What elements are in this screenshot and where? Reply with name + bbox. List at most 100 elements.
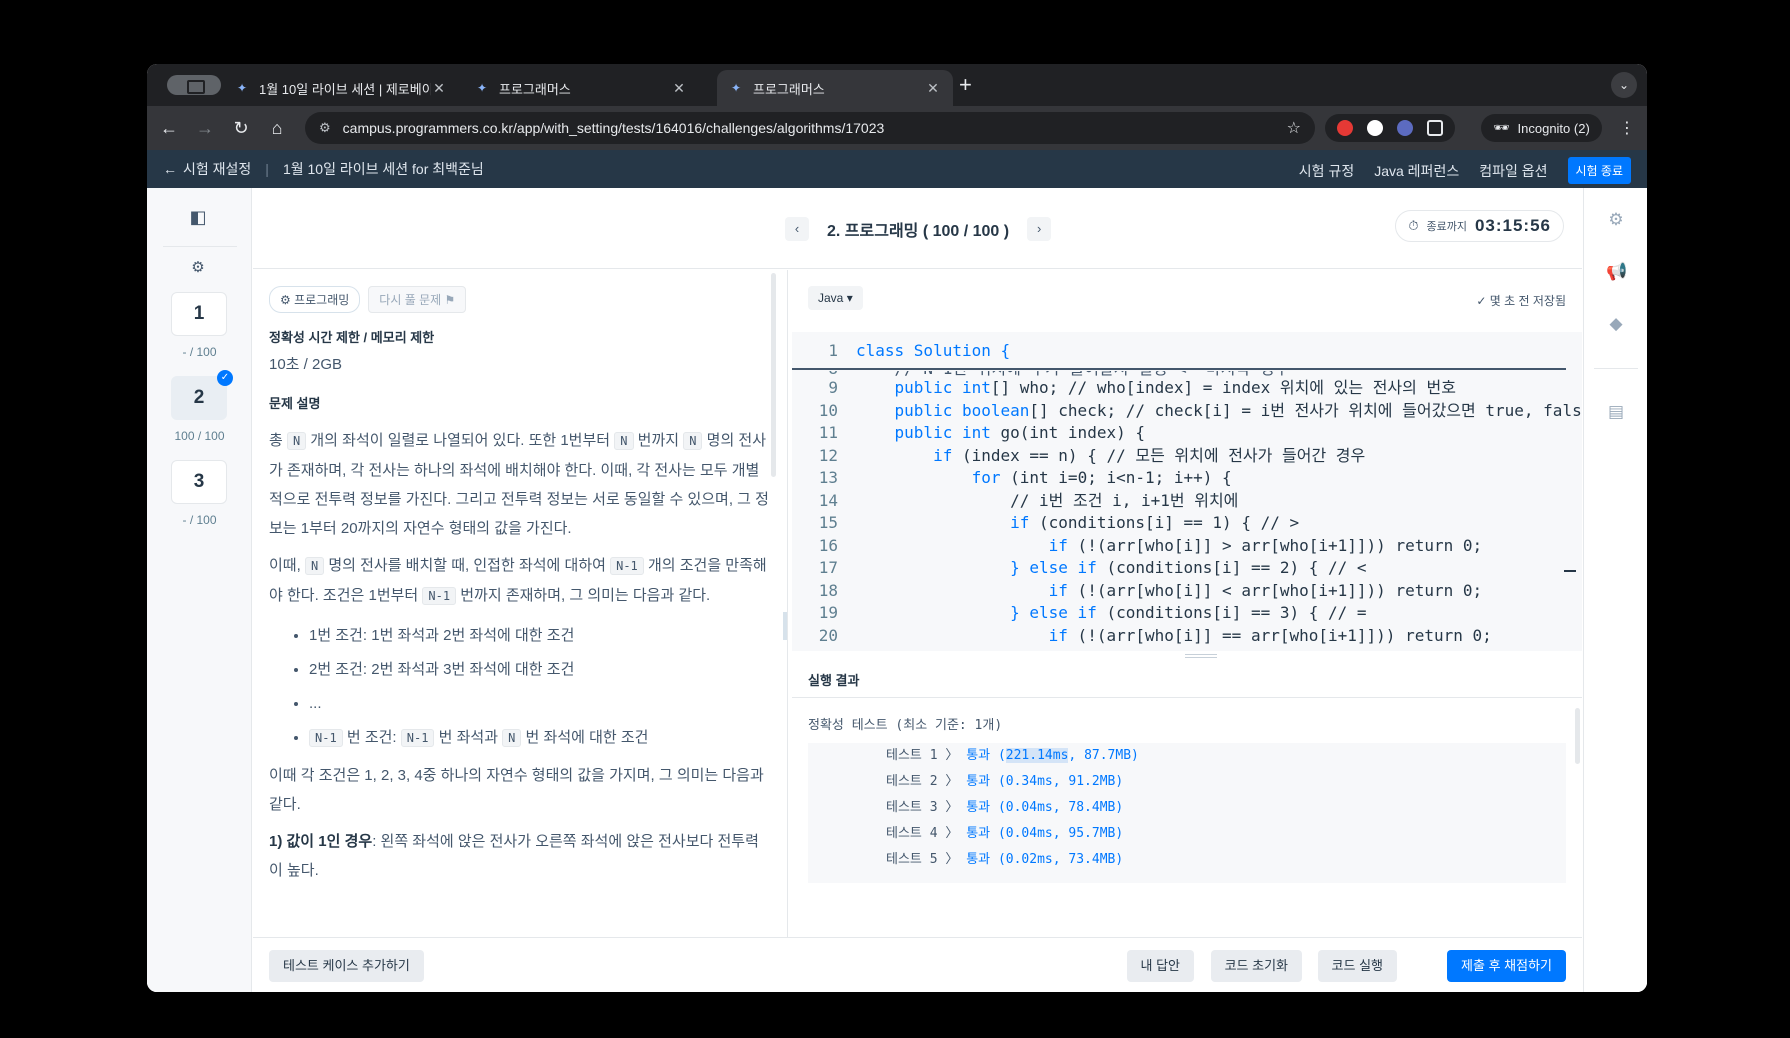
extension-blue-icon[interactable] (1397, 120, 1413, 136)
browser-menu-icon[interactable]: ⋮ (1619, 118, 1635, 138)
home-icon[interactable]: ⌂ (259, 118, 295, 139)
code-keyword: public boolean (894, 400, 1030, 420)
code-text: (!(arr[who[i]] < arr[who[i+1]])) return … (1067, 580, 1483, 600)
code-line: 18 if (!(arr[who[i]] < arr[who[i+1]])) r… (792, 580, 1482, 602)
bookmark-star-icon[interactable]: ☆ (1287, 118, 1301, 138)
result-scrollbar[interactable] (1575, 708, 1580, 764)
close-tab-icon[interactable]: ✕ (431, 80, 447, 97)
inline-code: N-1 (400, 729, 435, 747)
test-time: 0.02ms (1005, 852, 1053, 867)
punctuation: ) (1115, 774, 1124, 789)
inline-code: N (614, 432, 634, 450)
my-answer-button[interactable]: 내 답안 (1126, 950, 1194, 982)
code-line: 13 for (int i=0; i<n-1; i++) { (792, 467, 1232, 489)
test-time: 0.34ms (1005, 774, 1053, 789)
favicon-icon: ✦ (236, 81, 248, 95)
caret-down-icon: ▾ (843, 291, 853, 305)
language-select[interactable]: Java ▾ (808, 286, 863, 310)
flag-icon: ⚑ (441, 293, 456, 307)
rail-divider (163, 246, 237, 247)
punctuation: , (1052, 826, 1069, 841)
prev-question-chevron-icon[interactable]: ‹ (785, 217, 809, 241)
description-paragraph-3: 이때 각 조건은 1, 2, 3, 4중 하나의 자연수 형태의 값을 가지며,… (269, 767, 764, 813)
test-status: 통과 (966, 748, 991, 763)
browser-tab-1[interactable]: ✦ 1월 10일 라이브 세션 | 제로베이스 ✕ (223, 70, 459, 106)
tools-rail: ⚙ 📢 ◆ ▤ (1583, 188, 1647, 992)
back-arrow-icon[interactable]: ← (163, 161, 177, 177)
workspace: ◧ ⚙ 1 - / 100 2 ✓ 100 / 100 3 - / 100 ⚙ … (147, 188, 1647, 992)
test-result-row: 테스트 5 〉 통과 (0.02ms, 73.4MB) (808, 847, 1566, 873)
question-3-button[interactable]: 3 (171, 460, 227, 504)
text: 이때, (269, 557, 305, 574)
code-editor[interactable]: 1 class Solution { 8 // N-1번 위치에 누가 들어갈지… (792, 332, 1582, 651)
incognito-button[interactable]: 🕶 Incognito (2) (1481, 114, 1602, 142)
text: 번까지 (633, 432, 684, 449)
compile-options-link[interactable]: 컴파일 옵션 (1479, 161, 1547, 181)
site-info-icon[interactable]: ⚙ (319, 120, 331, 136)
test-memory: 87.7MB (1084, 748, 1132, 763)
chat-icon[interactable]: ▤ (1606, 402, 1626, 422)
line-number: 12 (818, 445, 838, 465)
end-exam-button[interactable]: 시험 종료 (1567, 157, 1631, 184)
line-number: 20 (818, 625, 838, 645)
address-bar[interactable]: ⚙ campus.programmers.co.kr/app/with_sett… (305, 112, 1315, 144)
code-text: class Solution { (856, 341, 1011, 360)
add-testcase-button[interactable]: 테스트 케이스 추가하기 (269, 950, 424, 982)
inline-code: N-1 (309, 729, 343, 747)
code-line: 12 if (index == n) { // 모든 위치에 전사가 들어간 경… (792, 445, 1366, 467)
extension-red-icon[interactable] (1337, 120, 1353, 136)
test-memory: 95.7MB (1068, 826, 1116, 841)
site-header: ← 시험 재설정 | 1월 10일 라이브 세션 for 최백준님 시험 규정 … (147, 150, 1647, 188)
run-code-button[interactable]: 코드 실행 (1317, 950, 1397, 982)
tab-group-icon[interactable] (167, 75, 221, 95)
announcement-megaphone-icon[interactable]: 📢 (1606, 262, 1627, 282)
reset-code-button[interactable]: 코드 초기화 (1210, 950, 1302, 982)
toggle-panel-icon[interactable]: ◧ (186, 205, 210, 229)
browser-tab-2[interactable]: ✦ 프로그래머스 ✕ (463, 70, 699, 106)
extensions-puzzle-icon[interactable] (1427, 120, 1443, 136)
header-divider: | (265, 161, 269, 177)
test-time: 0.04ms (1005, 800, 1053, 815)
next-question-chevron-icon[interactable]: › (1027, 217, 1052, 241)
back-icon[interactable]: ← (151, 118, 187, 139)
exam-rules-link[interactable]: 시험 규정 (1299, 161, 1354, 181)
line-number: 21 (792, 647, 838, 651)
code-line: 1 class Solution { (792, 340, 1010, 362)
code-keyword: for (971, 468, 1001, 487)
session-title: 1월 10일 라이브 세션 for 최백준님 (282, 161, 484, 177)
java-reference-link[interactable]: Java 레퍼런스 (1374, 161, 1459, 181)
editor-header: Java ▾ ✓ 몇 초 전 저장됨 (792, 270, 1582, 332)
reset-exam-link[interactable]: 시험 재설정 (183, 159, 251, 179)
text: 총 (269, 432, 287, 449)
code-line: 10 public boolean[] check; // check[i] =… (792, 400, 1582, 422)
retry-later-button[interactable]: 다시 풀 문제 ⚑ (368, 286, 467, 313)
close-tab-icon[interactable]: ✕ (925, 80, 941, 97)
incognito-label: Incognito (2) (1517, 120, 1590, 136)
list-item: 1번 조건: 1번 좌석과 2번 좌석에 대한 조건 (309, 619, 771, 653)
problem-scrollbar[interactable] (771, 273, 776, 477)
code-line: 19 } else if (conditions[i] == 3) { // = (792, 602, 1367, 624)
close-tab-icon[interactable]: ✕ (671, 80, 687, 97)
robot-icon[interactable]: ◆ (1606, 314, 1626, 334)
submit-button[interactable]: 제출 후 채점하기 (1447, 950, 1566, 982)
browser-tab-3[interactable]: ✦ 프로그래머스 ✕ (717, 70, 953, 106)
new-tab-icon[interactable]: + (959, 72, 972, 98)
code-keyword: if (1048, 625, 1068, 645)
question-1-button[interactable]: 1 (171, 292, 227, 336)
line-number: 18 (818, 580, 838, 600)
test-time: 0.04ms (1005, 826, 1053, 841)
text: 명의 전사를 배치할 때, 인접한 좌석에 대하여 (324, 557, 611, 574)
panel-split-handle[interactable] (783, 612, 787, 640)
reload-icon[interactable]: ↻ (223, 118, 259, 139)
line-number: 14 (818, 490, 838, 510)
code-text: (conditions[i] == 2) { // < (1096, 558, 1367, 577)
settings-gear-icon[interactable]: ⚙ (1606, 210, 1626, 230)
tab-search-icon[interactable]: ⌄ (1611, 72, 1637, 98)
text: 개의 좌석이 일렬로 나열되어 있다. 또한 1번부터 (306, 432, 615, 449)
text: 번 조건: (342, 729, 401, 746)
sticky-scroll-header: 1 class Solution { (792, 332, 1566, 370)
forward-icon[interactable]: → (187, 118, 223, 139)
extension-white-icon[interactable] (1367, 120, 1383, 136)
url-text: campus.programmers.co.kr/app/with_settin… (342, 120, 885, 136)
